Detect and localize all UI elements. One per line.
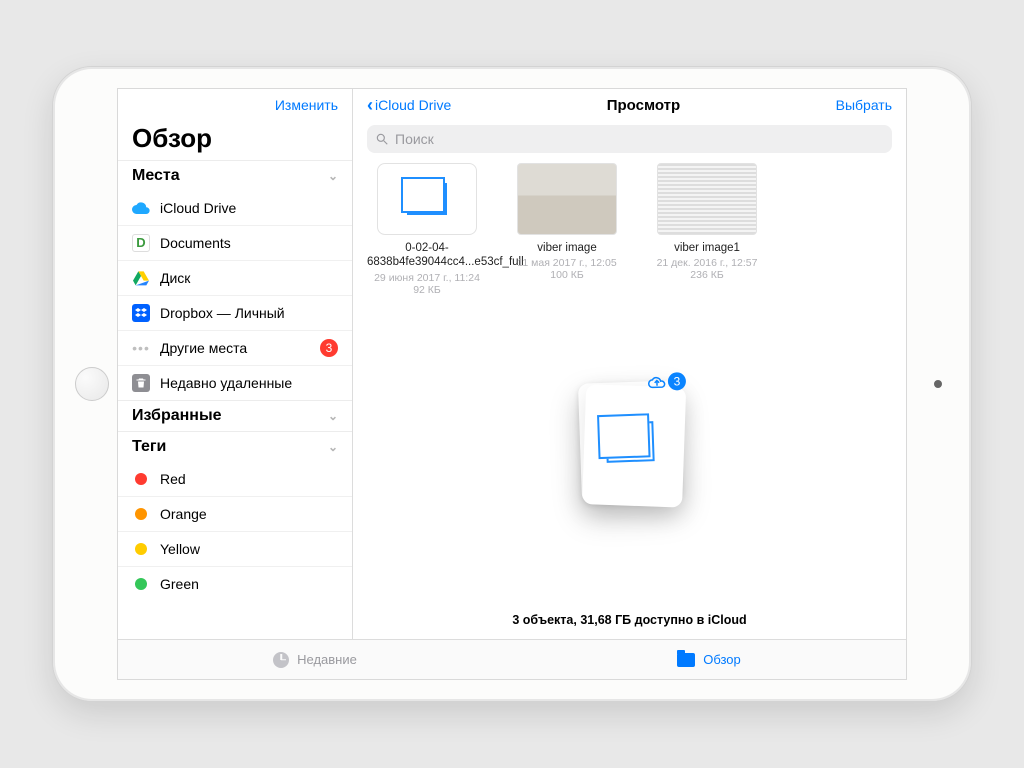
sidebar-item-documents[interactable]: D Documents	[118, 225, 352, 260]
tab-recent[interactable]: Недавние	[118, 640, 512, 679]
sidebar-item-label: iCloud Drive	[160, 200, 338, 216]
tab-bar: Недавние Обзор	[118, 639, 906, 679]
documents-icon: D	[132, 234, 150, 252]
file-item[interactable]: viber image 11 мая 2017 г., 12:05 100 КБ	[507, 163, 627, 281]
google-drive-icon	[132, 269, 150, 287]
tag-item-red[interactable]: Red	[118, 462, 352, 496]
stack-icon	[605, 422, 654, 464]
sidebar-item-icloud-drive[interactable]: iCloud Drive	[118, 191, 352, 225]
edit-button[interactable]: Изменить	[275, 97, 338, 113]
tag-label: Orange	[160, 506, 338, 522]
clock-icon	[273, 652, 289, 668]
file-thumb-photo	[657, 163, 757, 235]
sidebar-item-drive[interactable]: Диск	[118, 260, 352, 295]
sidebar-title: Обзор	[118, 121, 352, 160]
sidebar-item-other-places[interactable]: ••• Другие места 3	[118, 330, 352, 365]
status-footer: 3 объекта, 31,68 ГБ доступно в iCloud	[353, 589, 906, 639]
file-thumb-photo	[517, 163, 617, 235]
section-places-label: Места	[132, 167, 180, 185]
main-pane: ‹ iCloud Drive Просмотр Выбрать Поиск 0-…	[353, 89, 906, 639]
back-button[interactable]: ‹ iCloud Drive	[367, 96, 451, 114]
file-item[interactable]: viber image1 21 дек. 2016 г., 12:57 236 …	[647, 163, 767, 281]
tag-label: Green	[160, 576, 338, 592]
search-input[interactable]: Поиск	[367, 125, 892, 153]
chevron-down-icon: ⌄	[328, 169, 338, 183]
sidebar-item-label: Documents	[160, 235, 338, 251]
badge-count: 3	[320, 339, 338, 357]
select-button[interactable]: Выбрать	[836, 97, 892, 113]
file-meta: 11 мая 2017 г., 12:05	[507, 257, 627, 269]
search-placeholder: Поиск	[395, 131, 434, 147]
file-name: 0-02-04-6838b4fe39044cc4...e53cf_full	[367, 241, 487, 270]
file-size: 100 КБ	[507, 269, 627, 281]
upload-preview-card[interactable]: 3	[577, 381, 681, 504]
section-favorites-label: Избранные	[132, 407, 222, 425]
tag-label: Red	[160, 471, 338, 487]
page-title: Просмотр	[607, 97, 680, 114]
cloud-icon	[132, 199, 150, 217]
dropbox-icon	[132, 304, 150, 322]
file-name: viber image	[507, 241, 627, 255]
sidebar-item-label: Диск	[160, 270, 338, 286]
search-icon	[375, 132, 389, 146]
file-meta: 29 июня 2017 г., 11:24	[367, 272, 487, 284]
trash-icon	[132, 374, 150, 392]
file-size: 92 КБ	[367, 284, 487, 296]
chevron-left-icon: ‹	[367, 96, 373, 114]
sidebar-item-recently-deleted[interactable]: Недавно удаленные	[118, 365, 352, 400]
cloud-upload-icon	[647, 375, 665, 390]
ipad-frame: Изменить Обзор Места ⌄ iCloud Drive	[52, 66, 972, 702]
file-thumb-doc-icon	[377, 163, 477, 235]
tab-label: Недавние	[297, 652, 357, 667]
upload-count-badge: 3	[667, 372, 686, 391]
section-places[interactable]: Места ⌄	[118, 160, 352, 191]
tag-dot-icon	[132, 470, 150, 488]
section-favorites[interactable]: Избранные ⌄	[118, 400, 352, 431]
file-item[interactable]: 0-02-04-6838b4fe39044cc4...e53cf_full 29…	[367, 163, 487, 296]
tab-browse[interactable]: Обзор	[512, 640, 906, 679]
sidebar-item-label: Недавно удаленные	[160, 375, 338, 391]
tag-dot-icon	[132, 505, 150, 523]
tag-item-green[interactable]: Green	[118, 566, 352, 601]
file-size: 236 КБ	[647, 269, 767, 281]
sidebar-item-label: Другие места	[160, 340, 310, 356]
back-label: iCloud Drive	[375, 97, 451, 113]
file-name: viber image1	[647, 241, 767, 255]
stack-icon	[407, 183, 447, 215]
section-tags-label: Теги	[132, 438, 166, 456]
sidebar-item-dropbox[interactable]: Dropbox — Личный	[118, 295, 352, 330]
sidebar: Изменить Обзор Места ⌄ iCloud Drive	[118, 89, 353, 639]
tag-item-yellow[interactable]: Yellow	[118, 531, 352, 566]
tab-label: Обзор	[703, 652, 741, 667]
tag-item-orange[interactable]: Orange	[118, 496, 352, 531]
section-tags[interactable]: Теги ⌄	[118, 431, 352, 462]
sidebar-item-label: Dropbox — Личный	[160, 305, 338, 321]
front-camera	[934, 380, 942, 388]
tag-label: Yellow	[160, 541, 338, 557]
home-button[interactable]	[75, 367, 109, 401]
file-meta: 21 дек. 2016 г., 12:57	[647, 257, 767, 269]
app-screen: Изменить Обзор Места ⌄ iCloud Drive	[117, 88, 907, 680]
more-icon: •••	[132, 339, 150, 357]
chevron-down-icon: ⌄	[328, 440, 338, 454]
folder-icon	[677, 653, 695, 667]
tag-dot-icon	[132, 540, 150, 558]
tag-dot-icon	[132, 575, 150, 593]
chevron-down-icon: ⌄	[328, 409, 338, 423]
